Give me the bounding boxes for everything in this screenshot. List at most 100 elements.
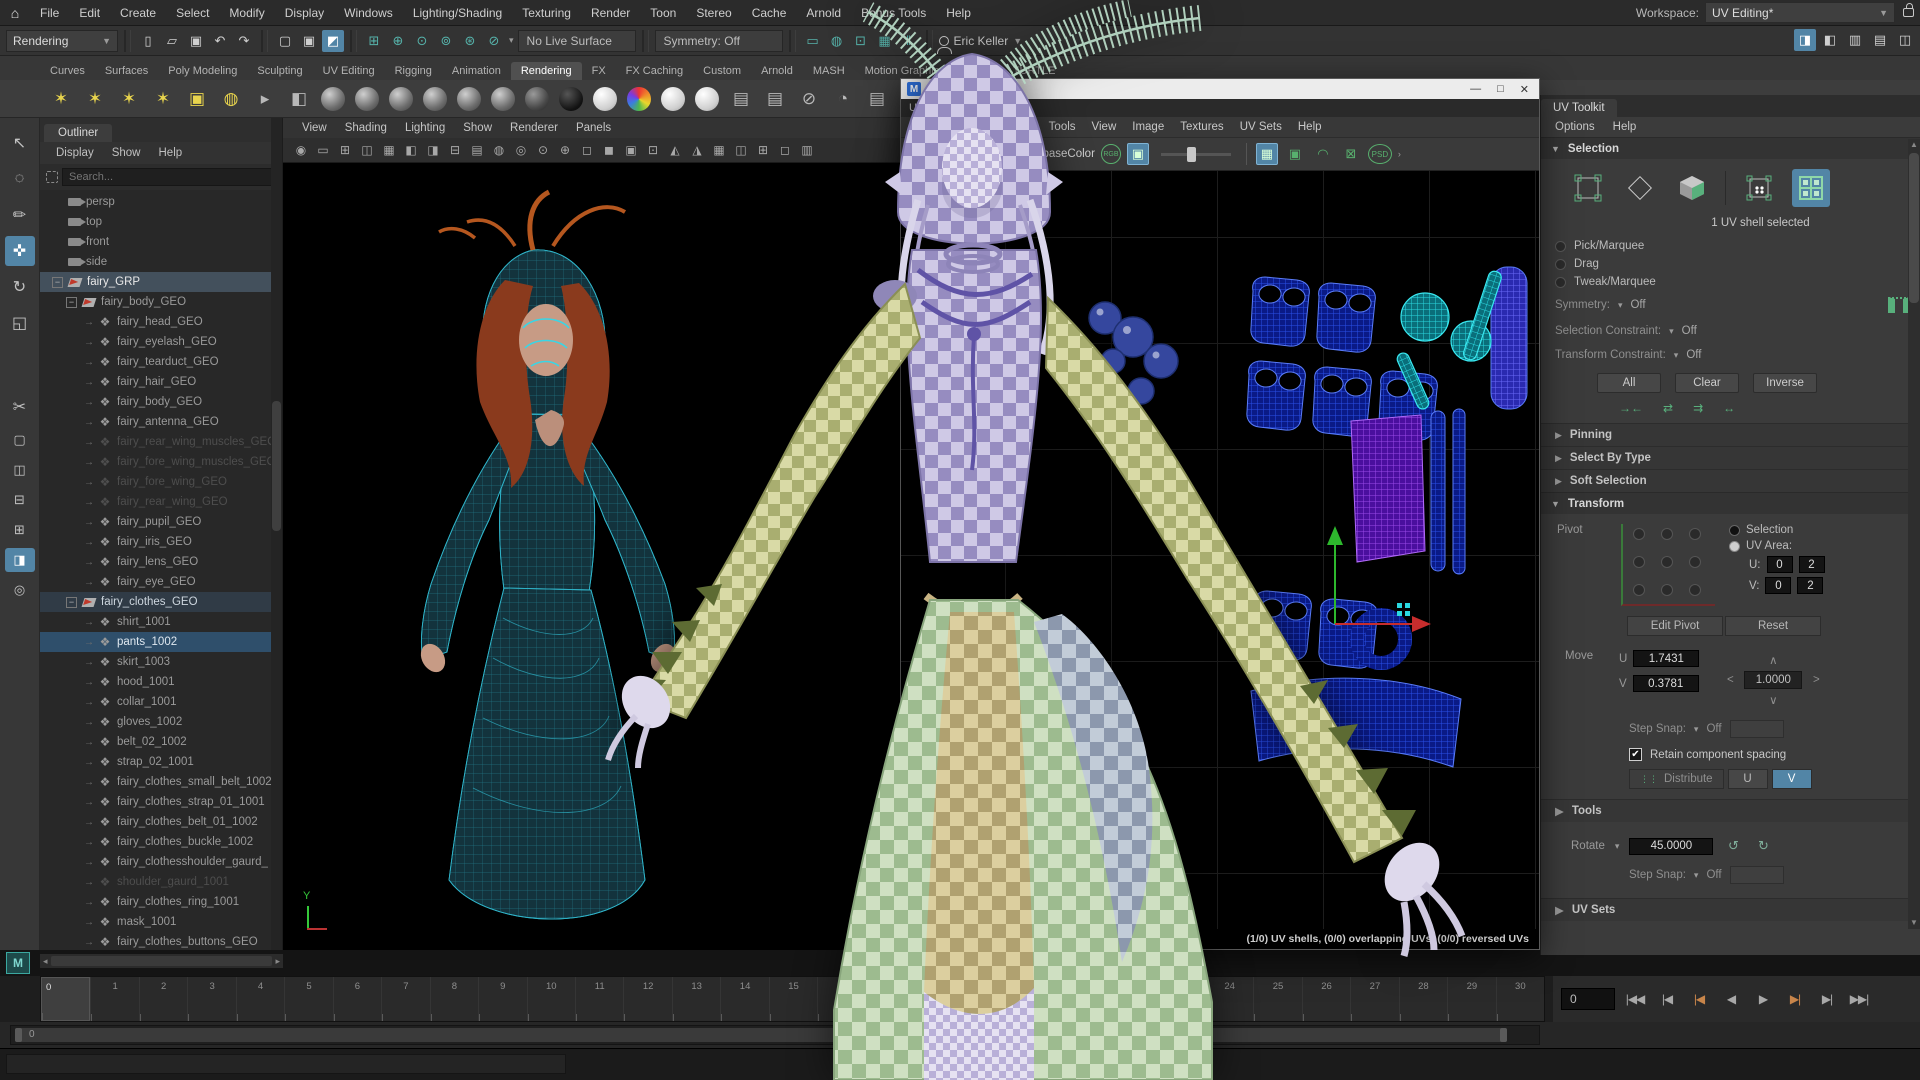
panel-toggle-icon[interactable]: ◧ <box>1819 29 1841 51</box>
uv-sets-section-header[interactable]: ▶UV Sets <box>1541 898 1920 921</box>
image-range-icon[interactable]: ▣ <box>1284 143 1306 165</box>
lock-icon[interactable] <box>1903 8 1914 17</box>
shelf-icon[interactable] <box>658 84 688 114</box>
toolbar-overflow-chevron[interactable]: › <box>1398 149 1401 159</box>
menu-item[interactable]: Lighting/Shading <box>403 0 512 26</box>
step-snap-field[interactable] <box>1730 720 1784 738</box>
snap-icon[interactable]: ⊘ <box>483 30 505 52</box>
edit-pivot-button[interactable]: Edit Pivot <box>1627 616 1723 636</box>
live-surface-field[interactable]: No Live Surface <box>518 30 636 52</box>
shelf-icon[interactable]: ✶ <box>114 84 144 114</box>
shelf-tab[interactable]: Curves <box>40 62 95 80</box>
viewport-toolbar-icon[interactable]: ⊡ <box>643 140 663 160</box>
menu-item[interactable]: Toon <box>640 0 686 26</box>
viewport-menu-item[interactable]: Shading <box>336 122 396 134</box>
snap-icon[interactable]: ⊛ <box>459 30 481 52</box>
tool-icon[interactable]: ◌ <box>5 164 35 194</box>
outliner-item[interactable]: − → ❖ shirt_1001 <box>40 612 282 632</box>
shelf-icon[interactable]: ◧ <box>284 84 314 114</box>
tool-icon[interactable]: ✏ <box>5 200 35 230</box>
viewport-toolbar-icon[interactable]: ⊟ <box>445 140 465 160</box>
time-slider[interactable]: 0123456789101112131415161718192021222324… <box>40 976 1545 1022</box>
shelf-tab[interactable]: FX <box>582 62 616 80</box>
outliner-menu-item[interactable]: Display <box>48 147 102 159</box>
panel-toggle-icon[interactable]: ▤ <box>1869 29 1891 51</box>
uv-distortion-icon[interactable]: ⊠ <box>1340 143 1362 165</box>
chevron-down-icon[interactable]: ▾ <box>961 149 966 160</box>
shelf-icon[interactable]: ✶ <box>148 84 178 114</box>
tool-icon[interactable]: ◎ <box>5 578 35 602</box>
tool-icon[interactable]: ◱ <box>5 308 35 338</box>
viewport-toolbar-icon[interactable]: ▦ <box>379 140 399 160</box>
shelf-tab[interactable]: Custom <box>693 62 751 80</box>
outliner-scrollbar[interactable] <box>271 118 282 950</box>
shelf-icon[interactable]: ▸ <box>250 84 280 114</box>
menu-item[interactable]: Windows <box>334 0 403 26</box>
outliner-item[interactable]: − → ❖ fairy_rear_wing_muscles_GEO <box>40 432 282 452</box>
menu-item[interactable]: Edit <box>69 0 110 26</box>
timeline-frame[interactable]: 10 <box>527 977 575 1021</box>
timeline-frame[interactable]: 14 <box>720 977 768 1021</box>
selection-mask-icon[interactable]: ▢ <box>274 30 296 52</box>
menu-item[interactable]: Texturing <box>512 0 581 26</box>
file-icon[interactable]: ▯ <box>137 30 159 52</box>
panel-toggle-icon[interactable]: ◨ <box>1794 29 1816 51</box>
timeline-frame[interactable]: 28 <box>1399 977 1447 1021</box>
outliner-item[interactable]: − → ❖ fairy_clothes_GEO <box>40 592 282 612</box>
viewport-toolbar-icon[interactable]: ▥ <box>797 140 817 160</box>
outliner-item[interactable]: − → ❖ fairy_clothes_buckle_1002 <box>40 832 282 852</box>
viewport-toolbar-icon[interactable]: ◼ <box>599 140 619 160</box>
timeline-frame[interactable]: 2 <box>139 977 187 1021</box>
outliner-item[interactable]: − → ❖ fairy_eyelash_GEO <box>40 332 282 352</box>
selection-grow-icon[interactable]: →← <box>1619 401 1643 415</box>
viewport-toolbar-icon[interactable]: ◍ <box>489 140 509 160</box>
uv-area-v-min[interactable]: 0 <box>1765 577 1791 594</box>
range-slider[interactable]: 0 <box>10 1025 1540 1045</box>
select-vertex-icon[interactable] <box>1569 169 1607 207</box>
shelf-tab[interactable]: Rigging <box>385 62 442 80</box>
timeline-frame[interactable]: 27 <box>1350 977 1398 1021</box>
uv-editor-menu-item[interactable]: UV Sets <box>1232 121 1290 133</box>
menu-item[interactable]: Arnold <box>796 0 851 26</box>
menu-item[interactable]: Render <box>581 0 640 26</box>
viewport-toolbar-icon[interactable]: ◧ <box>401 140 421 160</box>
viewport-toolbar-icon[interactable]: ◭ <box>665 140 685 160</box>
selection-grow-icon[interactable]: ↔ <box>1723 401 1735 415</box>
viewport-toolbar-icon[interactable]: ▭ <box>313 140 333 160</box>
expand-toggle[interactable]: − <box>52 277 63 288</box>
transport-button[interactable]: |◀ <box>1685 986 1713 1012</box>
timeline-frame[interactable]: 19 <box>963 977 1011 1021</box>
shelf-icon[interactable] <box>386 84 416 114</box>
outliner-item[interactable]: − → ❖ fairy_body_GEO <box>40 292 282 312</box>
timeline-frame[interactable]: 7 <box>381 977 429 1021</box>
shelf-icon[interactable] <box>454 84 484 114</box>
viewport-toolbar-icon[interactable]: ◎ <box>511 140 531 160</box>
shelf-tab[interactable]: Arnold <box>751 62 803 80</box>
viewport-toolbar-icon[interactable]: ⊕ <box>555 140 575 160</box>
uv-area-u-min[interactable]: 0 <box>1767 556 1793 573</box>
rotate-ccw-button[interactable]: ↺ <box>1723 836 1743 856</box>
shelf-icon[interactable]: ▣ <box>182 84 212 114</box>
outliner-item[interactable]: − → ❖ persp <box>40 192 282 212</box>
menu-item[interactable]: Select <box>166 0 219 26</box>
move-u-field[interactable]: 1.7431 <box>1633 650 1699 667</box>
timeline-frame[interactable]: 21 <box>1060 977 1108 1021</box>
transport-button[interactable]: |◀◀ <box>1621 986 1649 1012</box>
viewport-toolbar-icon[interactable]: ▤ <box>467 140 487 160</box>
tool-icon[interactable]: ✜ <box>5 236 35 266</box>
timeline-frame[interactable]: 18 <box>914 977 962 1021</box>
timeline-frame[interactable]: 0 <box>41 977 90 1021</box>
shelf-icon[interactable] <box>692 84 722 114</box>
viewport-menu-item[interactable]: Show <box>454 122 501 134</box>
outliner-item[interactable]: − → ❖ mask_1001 <box>40 912 282 932</box>
viewport-toolbar-icon[interactable]: ⊙ <box>533 140 553 160</box>
viewport-menu-item[interactable]: Renderer <box>501 122 567 134</box>
rotate-step-snap-field[interactable] <box>1730 866 1784 884</box>
uv-area-v-max[interactable]: 2 <box>1797 577 1823 594</box>
collapsed-section-header[interactable]: ▶Soft Selection <box>1541 469 1920 492</box>
outliner-item[interactable]: − → ❖ fairy_clothes_strap_01_1001 <box>40 792 282 812</box>
timeline-frame[interactable]: 1 <box>90 977 138 1021</box>
timeline-frame[interactable]: 3 <box>187 977 235 1021</box>
transport-button[interactable]: ◀ <box>1717 986 1745 1012</box>
search-input[interactable] <box>62 168 276 186</box>
